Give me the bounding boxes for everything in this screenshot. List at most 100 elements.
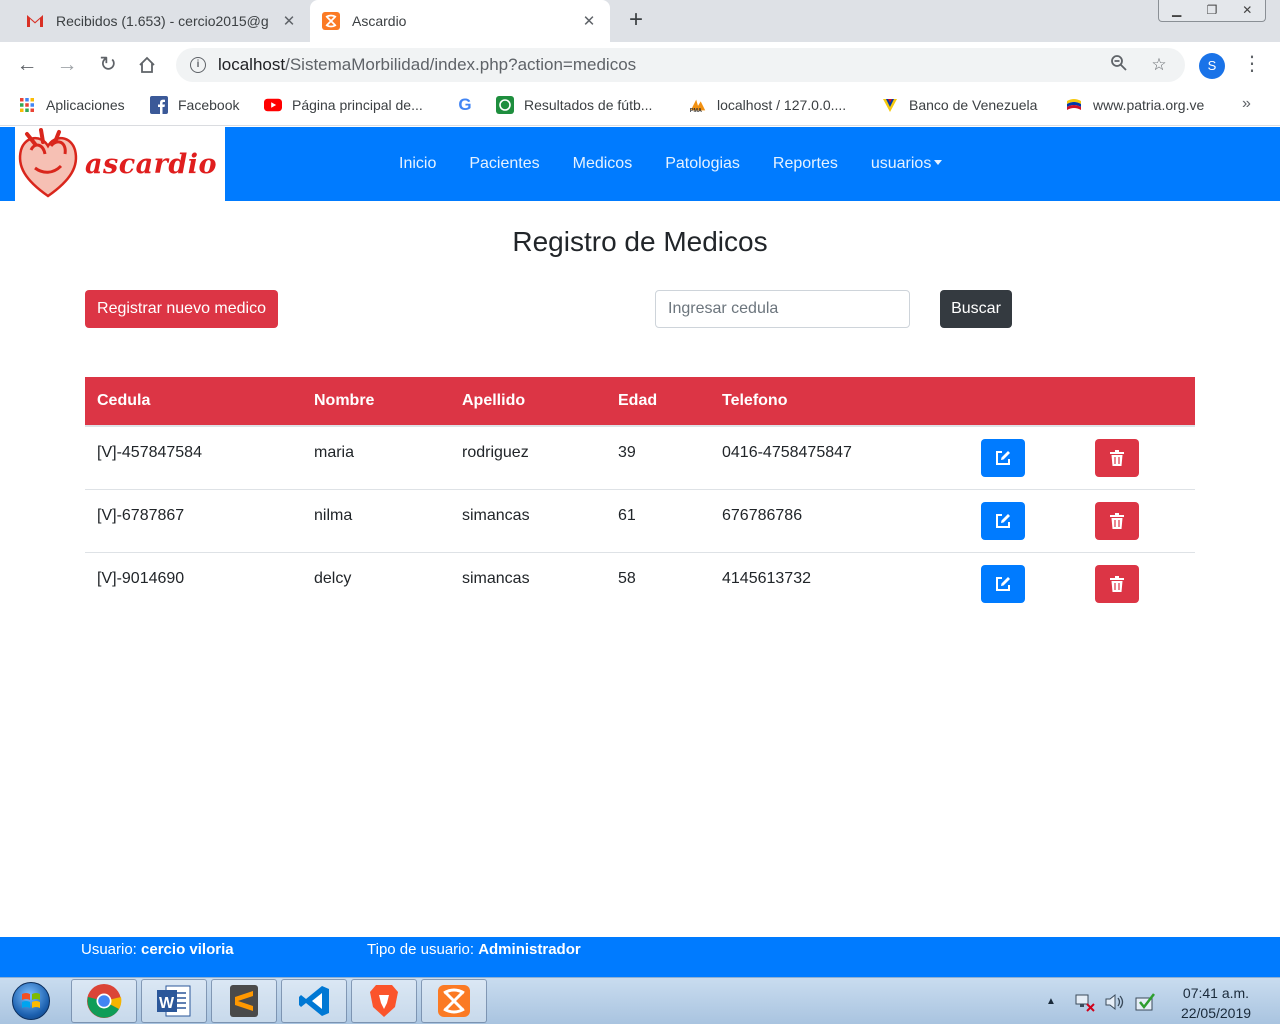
site-info-icon[interactable]: i bbox=[190, 57, 206, 73]
table-row: [V]-457847584 maria rodriguez 39 0416-47… bbox=[85, 426, 1195, 489]
delete-button[interactable] bbox=[1095, 564, 1139, 603]
tab-gmail[interactable]: Recibidos (1.653) - cercio2015@g ✕ bbox=[14, 0, 310, 42]
home-icon[interactable] bbox=[134, 52, 160, 78]
bookmark-label: Aplicaciones bbox=[46, 97, 125, 113]
column-header: Nombre bbox=[302, 377, 450, 427]
bookmark-label: Resultados de fútb... bbox=[524, 97, 653, 113]
nav-patologias[interactable]: Patologias bbox=[665, 155, 740, 173]
sublime-text-icon bbox=[230, 985, 258, 1017]
banco-venezuela-icon bbox=[881, 96, 899, 114]
close-tab-icon[interactable]: ✕ bbox=[580, 12, 598, 30]
windows-taskbar: W ▲ 07:41 a.m. 22/05/2019 bbox=[0, 977, 1280, 1024]
xampp-icon bbox=[438, 985, 470, 1017]
nav-inicio[interactable]: Inicio bbox=[399, 155, 436, 173]
address-bar[interactable]: i localhost/SistemaMorbilidad/index.php?… bbox=[176, 48, 1185, 82]
brand-logo[interactable]: ascardio bbox=[15, 127, 225, 201]
bookmark-phpmyadmin[interactable]: PMA localhost / 127.0.0.... bbox=[689, 96, 846, 114]
cedula-search-input[interactable] bbox=[655, 290, 910, 328]
bookmark-banco[interactable]: Banco de Venezuela bbox=[881, 96, 1037, 114]
minimize-icon[interactable]: ▁ bbox=[1159, 0, 1194, 21]
taskbar-sublime[interactable] bbox=[211, 979, 277, 1023]
page-title: Registro de Medicos bbox=[512, 226, 768, 257]
volume-icon[interactable] bbox=[1104, 992, 1126, 1012]
bookmark-facebook[interactable]: Facebook bbox=[150, 96, 239, 114]
taskbar-vscode[interactable] bbox=[281, 979, 347, 1023]
profile-avatar[interactable]: S bbox=[1199, 53, 1225, 79]
table-header-row: Cedula Nombre Apellido Edad Telefono bbox=[85, 377, 1195, 427]
show-hidden-icons-icon[interactable]: ▲ bbox=[1046, 996, 1060, 1007]
window-controls: ▁ ❐ ✕ bbox=[1158, 0, 1266, 22]
medicos-table: Cedula Nombre Apellido Edad Telefono [V]… bbox=[85, 377, 1195, 615]
nav-pacientes[interactable]: Pacientes bbox=[469, 155, 539, 173]
cell-telefono: 676786786 bbox=[710, 488, 969, 552]
taskbar-word[interactable]: W bbox=[141, 979, 207, 1023]
column-header: Telefono bbox=[710, 377, 969, 427]
more-bookmarks-icon[interactable]: » bbox=[1242, 95, 1251, 113]
taskbar-xampp[interactable] bbox=[421, 979, 487, 1023]
column-header: Cedula bbox=[85, 377, 302, 427]
edit-button[interactable] bbox=[981, 439, 1025, 477]
cell-delete bbox=[1083, 551, 1195, 615]
url-text: localhost/SistemaMorbilidad/index.php?ac… bbox=[218, 55, 637, 74]
footer-type-value: Administrador bbox=[478, 941, 581, 958]
new-tab-icon[interactable]: + bbox=[622, 8, 650, 34]
delete-button[interactable] bbox=[1095, 439, 1139, 477]
trash-icon bbox=[1110, 450, 1124, 466]
brave-icon bbox=[370, 985, 398, 1017]
taskbar-clock[interactable]: 07:41 a.m. 22/05/2019 bbox=[1170, 983, 1262, 1023]
tab-ascardio[interactable]: Ascardio ✕ bbox=[310, 0, 610, 42]
network-icon[interactable] bbox=[1074, 992, 1096, 1012]
bookmark-label: Facebook bbox=[178, 97, 240, 113]
edit-button[interactable] bbox=[981, 501, 1025, 540]
register-new-medic-button[interactable]: Registrar nuevo medico bbox=[85, 290, 278, 328]
cell-edad: 61 bbox=[606, 488, 710, 552]
cell-telefono: 4145613732 bbox=[710, 551, 969, 615]
cell-telefono: 0416-4758475847 bbox=[722, 444, 852, 461]
bookmark-google[interactable]: G bbox=[456, 95, 484, 114]
close-window-icon[interactable]: ✕ bbox=[1230, 0, 1265, 21]
heart-logo-icon bbox=[15, 128, 81, 200]
reload-icon[interactable]: ↻ bbox=[95, 52, 121, 78]
zoom-icon[interactable] bbox=[1105, 54, 1133, 77]
table-row: [V]-6787867 nilma simancas 61 676786786 bbox=[85, 488, 1195, 552]
bookmark-star-icon[interactable]: ☆ bbox=[1145, 55, 1173, 75]
edit-button[interactable] bbox=[981, 564, 1025, 603]
start-button[interactable] bbox=[4, 980, 58, 1022]
search-button[interactable]: Buscar bbox=[940, 290, 1012, 328]
cell-delete bbox=[1083, 426, 1195, 489]
svg-text:PMA: PMA bbox=[690, 108, 702, 113]
column-header: Edad bbox=[606, 377, 710, 427]
system-tray: ▲ bbox=[1046, 978, 1156, 1025]
nav-medicos[interactable]: Medicos bbox=[573, 155, 633, 173]
action-center-icon[interactable] bbox=[1134, 992, 1156, 1012]
cell-delete bbox=[1083, 488, 1195, 552]
back-icon[interactable]: ← bbox=[14, 52, 40, 78]
delete-button[interactable] bbox=[1095, 501, 1139, 540]
trash-icon bbox=[1110, 575, 1124, 592]
cell-edad: 58 bbox=[606, 551, 710, 615]
cell-edit bbox=[969, 551, 1083, 615]
bookmarks-bar: Aplicaciones Facebook Página principal d… bbox=[0, 88, 1280, 126]
chrome-icon bbox=[87, 984, 122, 1018]
bookmark-label: www.patria.org.ve bbox=[1093, 97, 1205, 113]
forward-icon[interactable]: → bbox=[54, 52, 80, 78]
restore-icon[interactable]: ❐ bbox=[1194, 0, 1229, 21]
gmail-icon bbox=[26, 12, 44, 30]
bookmark-apps[interactable]: Aplicaciones bbox=[18, 96, 125, 114]
nav-usuarios-dropdown[interactable]: usuarios bbox=[870, 155, 943, 173]
clock-date: 22/05/2019 bbox=[1180, 1005, 1252, 1021]
menu-icon[interactable]: ⋮ bbox=[1242, 52, 1262, 78]
nav-reportes[interactable]: Reportes bbox=[773, 155, 838, 173]
bookmark-patria[interactable]: www.patria.org.ve bbox=[1065, 96, 1204, 114]
taskbar-chrome[interactable] bbox=[71, 979, 137, 1023]
bookmark-resultados[interactable]: Resultados de fútb... bbox=[496, 96, 652, 114]
footer-user-label: Usuario: bbox=[81, 941, 137, 958]
edit-icon bbox=[996, 451, 1010, 465]
bookmark-label: Página principal de... bbox=[292, 97, 423, 113]
taskbar-brave[interactable] bbox=[351, 979, 417, 1023]
nav-usuarios-label: usuarios bbox=[870, 155, 932, 172]
bookmark-youtube[interactable]: Página principal de... bbox=[264, 96, 423, 114]
close-tab-icon[interactable]: ✕ bbox=[280, 12, 298, 30]
youtube-icon bbox=[264, 96, 282, 114]
cell-edit bbox=[969, 426, 1083, 489]
